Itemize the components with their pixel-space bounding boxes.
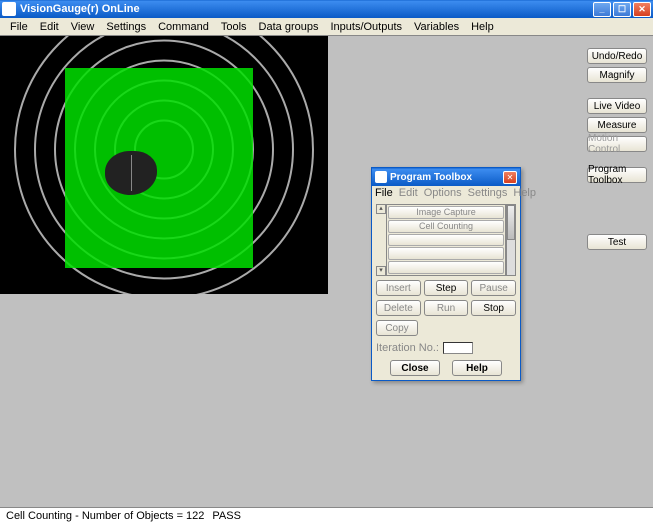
toolbox-close-button[interactable]: ✕ — [503, 171, 517, 184]
list-item[interactable]: Cell Counting — [388, 220, 504, 233]
list-down-arrow[interactable]: ▾ — [376, 266, 386, 276]
menu-settings[interactable]: Settings — [100, 20, 152, 34]
list-scrollbar[interactable] — [506, 204, 516, 276]
sidebar-buttons: Undo/Redo Magnify Live Video Measure Mot… — [587, 48, 647, 262]
maximize-button[interactable]: ☐ — [613, 2, 631, 17]
menu-edit[interactable]: Edit — [34, 20, 65, 34]
toolbox-icon — [375, 171, 387, 183]
minimize-button[interactable]: _ — [593, 2, 611, 17]
list-item[interactable] — [388, 261, 504, 274]
app-icon — [2, 2, 16, 16]
copy-button[interactable]: Copy — [376, 320, 418, 336]
toolbox-menubar: File Edit Options Settings Help — [372, 186, 520, 200]
main-menubar: File Edit View Settings Command Tools Da… — [0, 18, 653, 36]
list-item[interactable] — [388, 247, 504, 260]
menu-tools[interactable]: Tools — [215, 20, 253, 34]
program-toolbox-button[interactable]: Program Toolbox — [587, 167, 647, 183]
list-up-arrow[interactable]: ▴ — [376, 204, 386, 214]
magnify-button[interactable]: Magnify — [587, 67, 647, 83]
toolbox-menu-help[interactable]: Help — [513, 187, 536, 199]
menu-file[interactable]: File — [4, 20, 34, 34]
program-step-list[interactable]: Image Capture Cell Counting — [386, 204, 506, 276]
main-area: Undo/Redo Magnify Live Video Measure Mot… — [0, 36, 653, 507]
menu-view[interactable]: View — [65, 20, 101, 34]
toolbox-close-btn[interactable]: Close — [390, 360, 440, 376]
window-title: VisionGauge(r) OnLine — [20, 3, 593, 15]
list-item[interactable] — [388, 234, 504, 247]
image-view — [0, 36, 328, 294]
toolbox-menu-edit[interactable]: Edit — [399, 187, 418, 199]
menu-help[interactable]: Help — [465, 20, 500, 34]
menu-command[interactable]: Command — [152, 20, 215, 34]
toolbox-title: Program Toolbox — [390, 172, 503, 183]
measure-button[interactable]: Measure — [587, 117, 647, 133]
status-text: Cell Counting - Number of Objects = 122 — [6, 510, 204, 522]
delete-button[interactable]: Delete — [376, 300, 421, 316]
step-button[interactable]: Step — [424, 280, 469, 296]
iteration-field — [443, 342, 473, 354]
list-reorder-arrows: ▴ ▾ — [376, 204, 386, 276]
motion-control-button[interactable]: Motion Control — [587, 136, 647, 152]
scrollbar-thumb[interactable] — [507, 205, 515, 240]
menu-datagroups[interactable]: Data groups — [253, 20, 325, 34]
close-button[interactable]: ✕ — [633, 2, 651, 17]
roi-overlay — [65, 68, 253, 268]
live-video-button[interactable]: Live Video — [587, 98, 647, 114]
menu-variables[interactable]: Variables — [408, 20, 465, 34]
list-item[interactable]: Image Capture — [388, 206, 504, 219]
toolbox-menu-file[interactable]: File — [375, 187, 393, 199]
menu-inputsoutputs[interactable]: Inputs/Outputs — [324, 20, 408, 34]
pause-button[interactable]: Pause — [471, 280, 516, 296]
toolbox-titlebar[interactable]: Program Toolbox ✕ — [372, 168, 520, 186]
status-result: PASS — [212, 510, 241, 522]
undo-redo-button[interactable]: Undo/Redo — [587, 48, 647, 64]
window-titlebar: VisionGauge(r) OnLine _ ☐ ✕ — [0, 0, 653, 18]
program-toolbox-window[interactable]: Program Toolbox ✕ File Edit Options Sett… — [371, 167, 521, 381]
test-button[interactable]: Test — [587, 234, 647, 250]
toolbox-menu-options[interactable]: Options — [424, 187, 462, 199]
run-button[interactable]: Run — [424, 300, 469, 316]
toolbox-help-btn[interactable]: Help — [452, 360, 502, 376]
stop-button[interactable]: Stop — [471, 300, 516, 316]
toolbox-menu-settings[interactable]: Settings — [468, 187, 508, 199]
status-bar: Cell Counting - Number of Objects = 122 … — [0, 507, 653, 523]
insert-button[interactable]: Insert — [376, 280, 421, 296]
iteration-label: Iteration No.: — [376, 342, 439, 354]
